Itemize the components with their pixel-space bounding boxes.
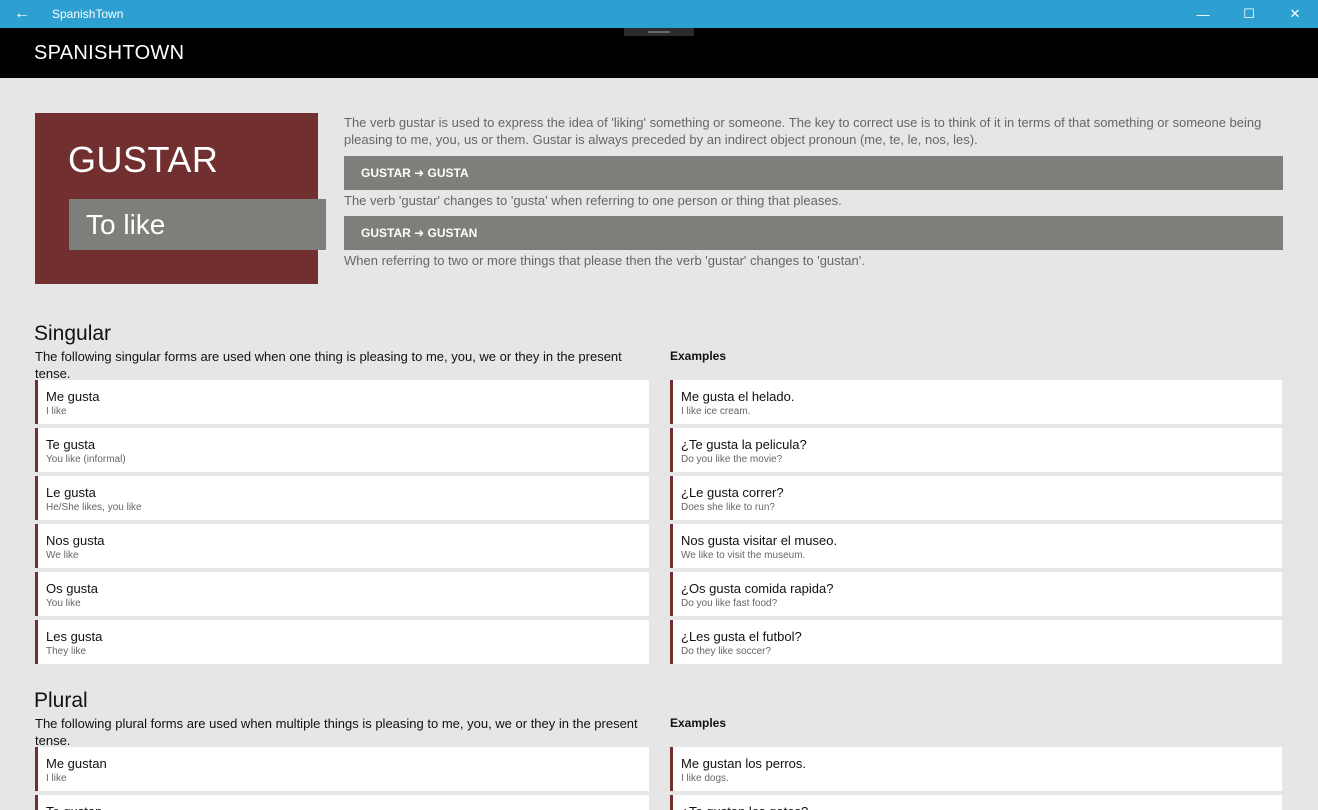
list-item[interactable]: ¿Os gusta comida rapida? Do you like fast… xyxy=(670,572,1282,616)
list-item[interactable]: Te gusta You like (informal) xyxy=(35,428,649,472)
item-primary: Te gusta xyxy=(46,437,96,452)
verb-intro-text: The verb gustar is used to express the i… xyxy=(344,115,1262,147)
item-primary: Nos gusta xyxy=(46,533,105,548)
list-item[interactable]: Me gusta I like xyxy=(35,380,649,424)
item-primary: Me gustan los perros. xyxy=(681,756,807,771)
verb-tile: GUSTAR To like xyxy=(35,113,326,284)
singular-description: The following singular forms are used wh… xyxy=(35,349,622,381)
item-secondary: We like to visit the museum. xyxy=(681,550,806,561)
close-icon: ✕ xyxy=(1289,6,1301,21)
list-item[interactable]: Le gusta He/She likes, you like xyxy=(35,476,649,520)
item-secondary: I like xyxy=(46,773,67,784)
item-primary: Me gustan xyxy=(46,756,107,771)
list-item[interactable]: ¿Te gusta la pelicula? Do you like the mo… xyxy=(670,428,1282,472)
item-secondary: Do you like the movie? xyxy=(681,454,783,465)
item-secondary: Do they like soccer? xyxy=(681,646,772,657)
item-primary: ¿Le gusta correr? xyxy=(681,485,784,500)
item-primary: ¿Les gusta el futbol? xyxy=(681,629,802,644)
item-secondary: We like xyxy=(46,550,79,561)
list-item[interactable]: ¿Les gusta el futbol? Do they like soccer… xyxy=(670,620,1282,664)
singular-forms-list: Me gusta I like Te gusta You like (informa… xyxy=(35,380,649,668)
app-brand: SPANISHTOWN xyxy=(34,42,185,64)
singular-heading: Singular xyxy=(34,322,112,345)
list-item[interactable]: Os gusta You like xyxy=(35,572,649,616)
rule-gusta-note: The verb 'gustar' changes to 'gusta' whe… xyxy=(344,193,842,208)
item-secondary: I like dogs. xyxy=(681,773,729,784)
app-header: SPANISHTOWN xyxy=(0,28,1318,78)
back-arrow-icon: ← xyxy=(14,5,30,22)
item-secondary: Do you like fast food? xyxy=(681,598,778,609)
item-secondary: You like (informal) xyxy=(46,454,126,465)
verb-word: GUSTAR xyxy=(68,139,219,180)
item-primary: Les gusta xyxy=(46,629,103,644)
item-primary: Me gusta el helado. xyxy=(681,389,795,404)
list-item[interactable]: Les gusta They like xyxy=(35,620,649,664)
list-item[interactable]: Me gustan los perros. I like dogs. xyxy=(670,747,1282,791)
maximize-icon: ☐ xyxy=(1243,6,1255,21)
verb-meaning: To like xyxy=(69,199,326,250)
back-button[interactable]: ← xyxy=(0,0,44,28)
item-primary: Me gusta xyxy=(46,389,100,404)
item-primary: ¿Os gusta comida rapida? xyxy=(681,581,834,596)
maximize-button[interactable]: ☐ xyxy=(1226,0,1272,28)
item-secondary: Does she like to run? xyxy=(681,502,775,513)
item-secondary: I like xyxy=(46,406,67,417)
minimize-icon: — xyxy=(1196,6,1210,22)
rule-gustan-note: When referring to two or more things tha… xyxy=(344,253,865,268)
item-primary: Le gusta xyxy=(46,485,96,500)
minimize-button[interactable]: — xyxy=(1180,0,1226,28)
item-secondary: I like ice cream. xyxy=(681,406,751,417)
plural-examples-label: Examples xyxy=(670,716,727,730)
plural-heading: Plural xyxy=(34,689,88,712)
rule-gustan-bar[interactable]: GUSTAR ➜ GUSTAN xyxy=(344,216,1283,250)
list-item[interactable]: Nos gusta We like xyxy=(35,524,649,568)
item-primary: ¿Te gustan los gatos? xyxy=(681,795,1282,810)
window-controls: — ☐ ✕ xyxy=(1180,0,1318,28)
item-primary: Nos gusta visitar el museo. xyxy=(681,533,838,548)
item-primary: Os gusta xyxy=(46,581,99,596)
close-button[interactable]: ✕ xyxy=(1272,0,1318,28)
list-item[interactable]: Me gusta el helado. I like ice cream. xyxy=(670,380,1282,424)
item-secondary: He/She likes, you like xyxy=(46,502,142,513)
singular-examples-label: Examples xyxy=(670,349,727,363)
list-item[interactable]: Te gustan xyxy=(35,795,649,810)
plural-examples-list: Me gustan los perros. I like dogs. ¿Te gu… xyxy=(670,747,1282,810)
rule-gusta-bar[interactable]: GUSTAR ➜ GUSTA xyxy=(344,156,1283,190)
list-item[interactable]: Me gustan I like xyxy=(35,747,649,791)
window-title-bar: ← SpanishTown — ☐ ✕ xyxy=(0,0,1318,28)
singular-examples-list: Me gusta el helado. I like ice cream. ¿Te… xyxy=(670,380,1282,668)
item-primary: ¿Te gusta la pelicula? xyxy=(681,437,807,452)
list-item[interactable]: ¿Te gustan los gatos? xyxy=(670,795,1282,810)
plural-description: The following plural forms are used when… xyxy=(35,716,638,748)
window-title: SpanishTown xyxy=(52,7,124,21)
list-item[interactable]: ¿Le gusta correr? Does she like to run? xyxy=(670,476,1282,520)
list-item[interactable]: Nos gusta visitar el museo. We like to vi… xyxy=(670,524,1282,568)
drag-handle[interactable] xyxy=(624,28,694,36)
item-secondary: You like xyxy=(46,598,81,609)
item-secondary: They like xyxy=(46,646,87,657)
item-primary: Te gustan xyxy=(46,795,649,810)
plural-forms-list: Me gustan I like Te gustan xyxy=(35,747,649,810)
